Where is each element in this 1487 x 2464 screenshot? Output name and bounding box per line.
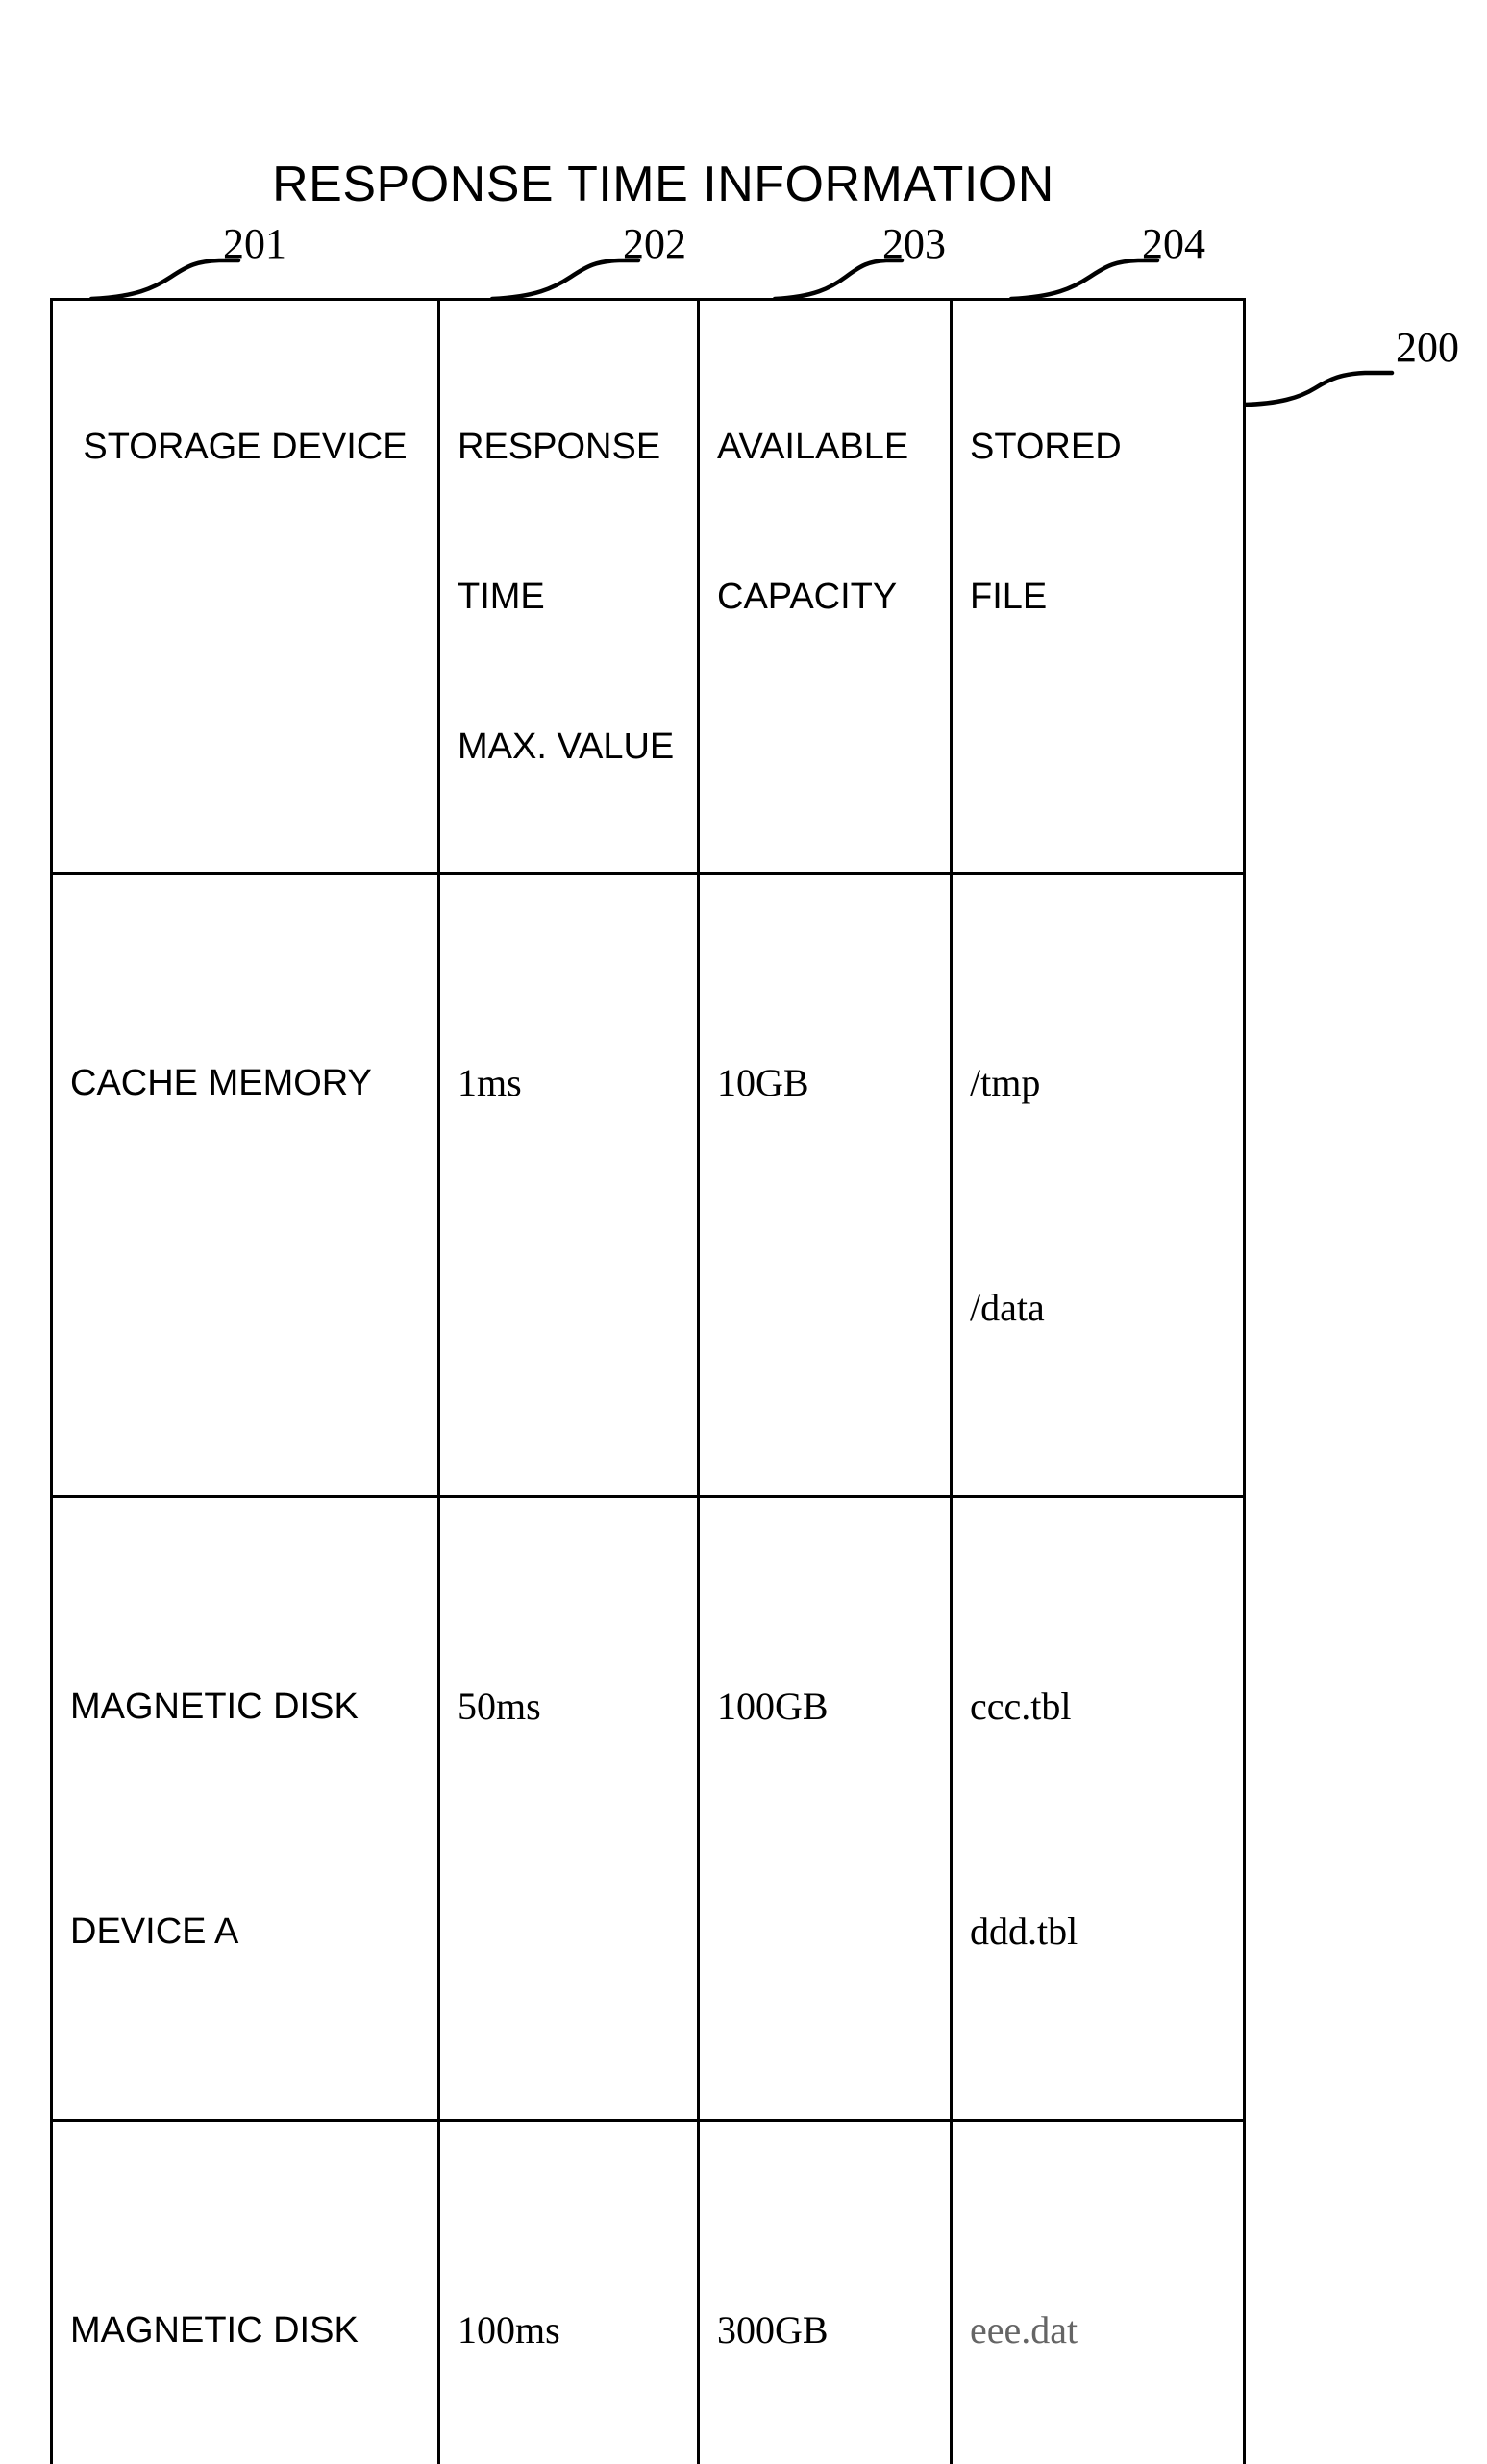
- cell-available-capacity-text: 100GB: [717, 1519, 950, 1894]
- cell-storage-device-text: MAGNETIC DISK DEVICE A: [70, 1519, 437, 2119]
- cell-available-capacity: 10GB: [699, 874, 952, 1497]
- table-row: MAGNETIC DISK DEVICE A 50ms: [52, 1497, 1245, 2121]
- cell-storage-device: MAGNETIC DISK DEVICE A: [52, 1497, 439, 2121]
- header-cell-available-capacity: AVAILABLE CAPACITY: [699, 300, 952, 874]
- cell-stored-file-text: ccc.tbl ddd.tbl: [970, 1519, 1243, 2119]
- reference-numeral-201: 201: [223, 223, 286, 265]
- cell-response-time-max: 100ms: [439, 2121, 699, 2464]
- cell-stored-file-text: eee.dat: [970, 2143, 1243, 2464]
- cell-stored-file: /tmp /data: [952, 874, 1245, 1497]
- header-available-capacity-text: AVAILABLE CAPACITY: [717, 322, 950, 722]
- reference-numeral-204: 204: [1142, 223, 1205, 265]
- reference-numeral-203: 203: [882, 223, 946, 265]
- table-row: MAGNETIC DISK DEVICE B 100ms: [52, 2121, 1245, 2464]
- cell-response-time-text: 100ms: [458, 2143, 697, 2464]
- header-cell-stored-file: STORED FILE: [952, 300, 1245, 874]
- cell-storage-device-text: CACHE MEMORY: [70, 896, 437, 1270]
- response-time-management-table-wrapper: STORAGE DEVICE RESPONSE TIME MAX. VALUE: [50, 298, 1243, 1197]
- header-storage-device-text: STORAGE DEVICE: [53, 322, 437, 572]
- cell-response-time-max: 1ms: [439, 874, 699, 1497]
- cell-available-capacity: 300GB: [699, 2121, 952, 2464]
- cell-stored-file: ccc.tbl ddd.tbl: [952, 1497, 1245, 2121]
- cell-storage-device: MAGNETIC DISK DEVICE B: [52, 2121, 439, 2464]
- cell-storage-device-text: MAGNETIC DISK DEVICE B: [70, 2143, 437, 2464]
- cell-response-time-max: 50ms: [439, 1497, 699, 2121]
- figure-title-line-1: RESPONSE TIME INFORMATION: [0, 150, 1326, 219]
- cell-available-capacity-text: 10GB: [717, 896, 950, 1270]
- cell-available-capacity-text: 300GB: [717, 2143, 950, 2464]
- header-cell-response-time-max-value: RESPONSE TIME MAX. VALUE: [439, 300, 699, 874]
- cell-response-time-text: 50ms: [458, 1519, 697, 1894]
- header-response-time-text: RESPONSE TIME MAX. VALUE: [458, 322, 697, 872]
- reference-numeral-200: 200: [1396, 327, 1459, 369]
- reference-numeral-202: 202: [623, 223, 686, 265]
- cell-storage-device: CACHE MEMORY: [52, 874, 439, 1497]
- table-row: CACHE MEMORY 1ms 10GB: [52, 874, 1245, 1497]
- header-cell-storage-device: STORAGE DEVICE: [52, 300, 439, 874]
- cell-stored-file-text: /tmp /data: [970, 896, 1243, 1495]
- cell-response-time-text: 1ms: [458, 896, 697, 1270]
- response-time-management-table: STORAGE DEVICE RESPONSE TIME MAX. VALUE: [50, 298, 1246, 2464]
- cell-available-capacity: 100GB: [699, 1497, 952, 2121]
- table-header-row: STORAGE DEVICE RESPONSE TIME MAX. VALUE: [52, 300, 1245, 874]
- cell-stored-file: eee.dat: [952, 2121, 1245, 2464]
- header-stored-file-text: STORED FILE: [970, 322, 1243, 722]
